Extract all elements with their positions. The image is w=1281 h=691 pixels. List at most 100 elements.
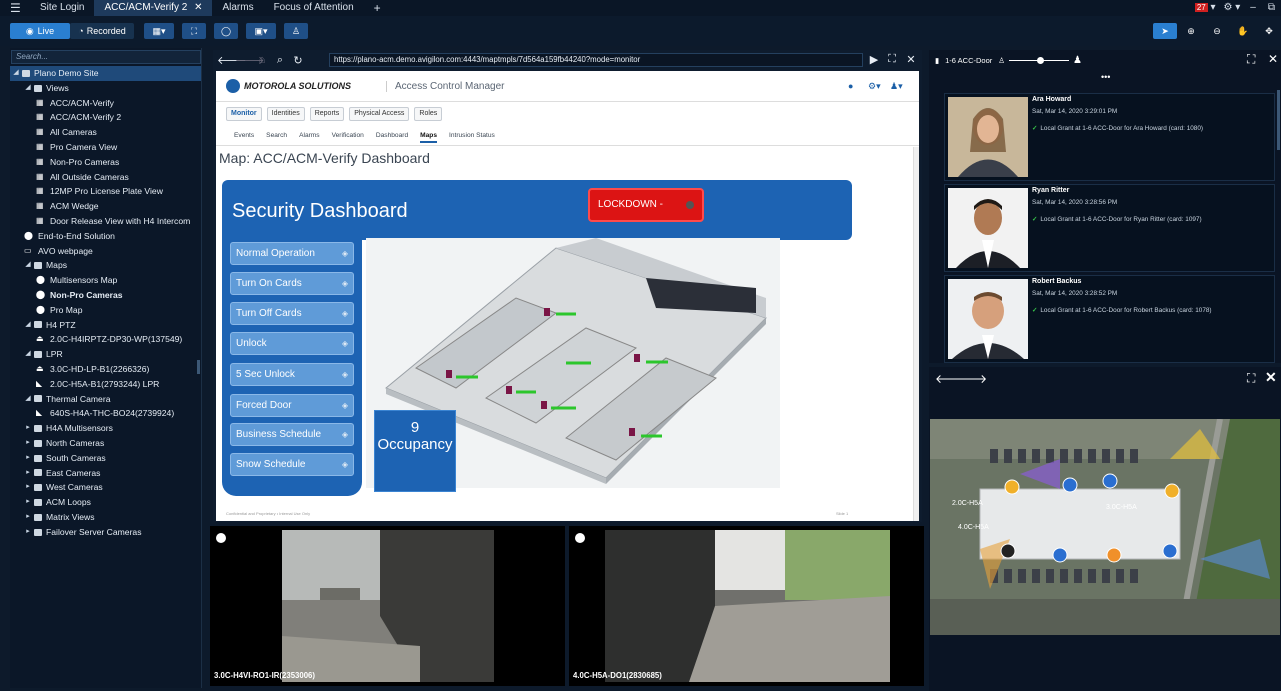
page-scrollbar[interactable] <box>913 147 919 521</box>
url-field[interactable]: https://plano-acm.demo.avigilon.com:4443… <box>329 53 863 67</box>
play-icon[interactable]: ▶ <box>865 53 883 66</box>
close-icon[interactable]: ✕ <box>1268 52 1278 66</box>
tree-item[interactable]: ▸ H4A Multisensors <box>10 421 201 436</box>
slider-handle[interactable] <box>1036 56 1044 64</box>
close-icon[interactable]: ✕ <box>902 53 920 66</box>
search-input[interactable]: Search... <box>11 50 201 64</box>
tree-item[interactable]: ▦ ACM Wedge <box>10 199 201 214</box>
expand-arrow-icon[interactable]: ▸ <box>24 495 32 510</box>
satellite-map[interactable]: 2.0C-H5A 4.0C-H5A 3.0C-H5A <box>930 419 1280 635</box>
expand-arrow-icon[interactable]: ▸ <box>24 525 32 540</box>
expand-arrow-icon[interactable]: ◢ <box>24 81 32 96</box>
tree-item[interactable]: ◢ LPR <box>10 347 201 362</box>
normal-operation-button[interactable]: Normal Operation <box>230 242 354 265</box>
business-schedule-button[interactable]: Business Schedule <box>230 423 354 446</box>
tree-item[interactable]: ⏏ 3.0C-HD-LP-B1(2266326) <box>10 362 201 377</box>
more-options-icon[interactable]: ••• <box>1101 72 1110 82</box>
unlock-button[interactable]: Unlock <box>230 332 354 355</box>
tree-item[interactable]: ◢ H4 PTZ <box>10 318 201 333</box>
zoom-in-button[interactable]: ⊕ <box>1179 23 1203 39</box>
expand-arrow-icon[interactable]: ▸ <box>24 480 32 495</box>
tab-focus-of-attention[interactable]: Focus of Attention <box>264 0 364 16</box>
tree-item[interactable]: ▦ Pro Camera View <box>10 140 201 155</box>
search-icon[interactable]: ⌕ <box>271 54 289 67</box>
tree-item[interactable]: ▸ ACM Loops <box>10 495 201 510</box>
tree-item[interactable]: ◣ 2.0C-H5A-B1(2793244) LPR <box>10 377 201 392</box>
tree-item[interactable]: ⏏ 2.0C-H4IRPTZ-DP30-WP(137549) <box>10 332 201 347</box>
five-sec-unlock-button[interactable]: 5 Sec Unlock <box>230 363 354 386</box>
forced-door-button[interactable]: Forced Door <box>230 394 354 417</box>
tree-item[interactable]: ▸ South Cameras <box>10 451 201 466</box>
fullscreen-button[interactable]: ⛶ <box>182 23 206 39</box>
minimize-button[interactable]: – <box>1244 0 1262 16</box>
expand-arrow-icon[interactable]: ▸ <box>24 436 32 451</box>
snow-schedule-button[interactable]: Snow Schedule <box>230 453 354 476</box>
expand-arrow-icon[interactable]: ▸ <box>24 421 32 436</box>
event-scrollbar[interactable] <box>1277 90 1280 150</box>
notification-badge[interactable]: 27 ▾ <box>1191 0 1220 16</box>
menu-identities[interactable]: Identities <box>266 107 305 121</box>
menu-reports[interactable]: Reports <box>309 107 345 121</box>
subtab-verification[interactable]: Verification <box>332 129 364 143</box>
subtab-search[interactable]: Search <box>266 129 287 143</box>
expand-arrow-icon[interactable]: ▸ <box>24 451 32 466</box>
share-button[interactable]: ♙ <box>284 23 308 39</box>
camera-tile[interactable]: 4.0C-H5A-DO1(2830685) <box>569 526 924 686</box>
subtab-intrusion-status[interactable]: Intrusion Status <box>449 129 495 143</box>
camera-tile[interactable]: 3.0C-H4VI-RO1-IR(2353006) <box>210 526 565 686</box>
circle-button[interactable]: ◯ <box>214 23 238 39</box>
recorded-button[interactable]: ◔ Recorded <box>70 23 134 39</box>
subtab-maps[interactable]: Maps <box>420 129 437 143</box>
layout-button[interactable]: ▦▾ <box>144 23 174 39</box>
help-icon[interactable]: ● <box>848 81 853 91</box>
menu-roles[interactable]: Roles <box>414 107 443 121</box>
turn-on-cards-button[interactable]: Turn On Cards <box>230 272 354 295</box>
tree-item[interactable]: ◢ Thermal Camera <box>10 392 201 407</box>
tree-item[interactable]: ▦ Non-Pro Cameras <box>10 155 201 170</box>
menu-physical-access[interactable]: Physical Access <box>349 107 410 121</box>
settings-icon[interactable]: ⚙▾ <box>868 81 881 92</box>
tree-item[interactable]: ▦ All Cameras <box>10 125 201 140</box>
tree-item[interactable]: ▸ East Cameras <box>10 466 201 481</box>
refresh-icon[interactable]: ↻ <box>289 54 307 67</box>
expand-arrow-icon[interactable]: ◢ <box>12 66 20 81</box>
close-icon[interactable]: ✕ <box>194 2 202 13</box>
tree-item[interactable]: ◢ Plano Demo Site <box>10 66 201 81</box>
close-icon[interactable]: ✕ <box>1265 369 1277 386</box>
tree-item[interactable]: ▸ North Cameras <box>10 436 201 451</box>
tree-item[interactable]: ▭ AVO webpage <box>10 244 201 259</box>
tab-alarms[interactable]: Alarms <box>212 0 263 16</box>
tree-item[interactable]: ◢ Views <box>10 81 201 96</box>
tree-item[interactable]: ▦ 12MP Pro License Plate View <box>10 184 201 199</box>
expand-icon[interactable]: ⛶ <box>883 53 901 66</box>
expand-icon[interactable]: ⛶ <box>1247 371 1255 386</box>
forward-arrow-icon[interactable]: 🡒 <box>235 53 265 67</box>
live-button[interactable]: ◉ Live <box>10 23 70 39</box>
gear-icon[interactable]: ⚙ ▾ <box>1220 0 1245 16</box>
save-view-button[interactable]: ▣▾ <box>246 23 276 39</box>
select-tool-button[interactable]: ➤ <box>1153 23 1177 39</box>
restore-button[interactable]: ⧉ <box>1262 0 1281 16</box>
pan-tool-button[interactable]: ✋ <box>1231 23 1255 39</box>
expand-icon[interactable]: ⛶ <box>1247 52 1255 67</box>
subtab-events[interactable]: Events <box>234 129 254 143</box>
tree-item[interactable]: ⬤ Non-Pro Cameras <box>10 288 201 303</box>
tree-item[interactable]: ⬤ End-to-End Solution <box>10 229 201 244</box>
add-tab-button[interactable]: + <box>364 0 391 16</box>
expand-arrow-icon[interactable]: ◢ <box>24 347 32 362</box>
tree-item[interactable]: ▸ Failover Server Cameras <box>10 525 201 540</box>
expand-arrow-icon[interactable]: ▸ <box>24 466 32 481</box>
expand-arrow-icon[interactable]: ◢ <box>24 318 32 333</box>
tree-item[interactable]: ▦ Door Release View with H4 Intercom <box>10 214 201 229</box>
user-icon[interactable]: ♟▾ <box>890 81 903 92</box>
ptz-tool-button[interactable]: ✥ <box>1257 23 1281 39</box>
tree-item[interactable]: ⬤ Multisensors Map <box>10 273 201 288</box>
subtab-dashboard[interactable]: Dashboard <box>376 129 408 143</box>
size-slider[interactable] <box>1008 56 1069 64</box>
expand-arrow-icon[interactable]: ▸ <box>24 510 32 525</box>
lockdown-button[interactable]: LOCKDOWN - <box>588 188 704 222</box>
tree-item[interactable]: ▦ ACC/ACM-Verify <box>10 96 201 111</box>
tree-item[interactable]: ◣ 640S-H4A-THC-BO24(2739924) <box>10 406 201 421</box>
zoom-out-button[interactable]: ⊖ <box>1205 23 1229 39</box>
tree-scrollbar[interactable] <box>197 360 200 374</box>
